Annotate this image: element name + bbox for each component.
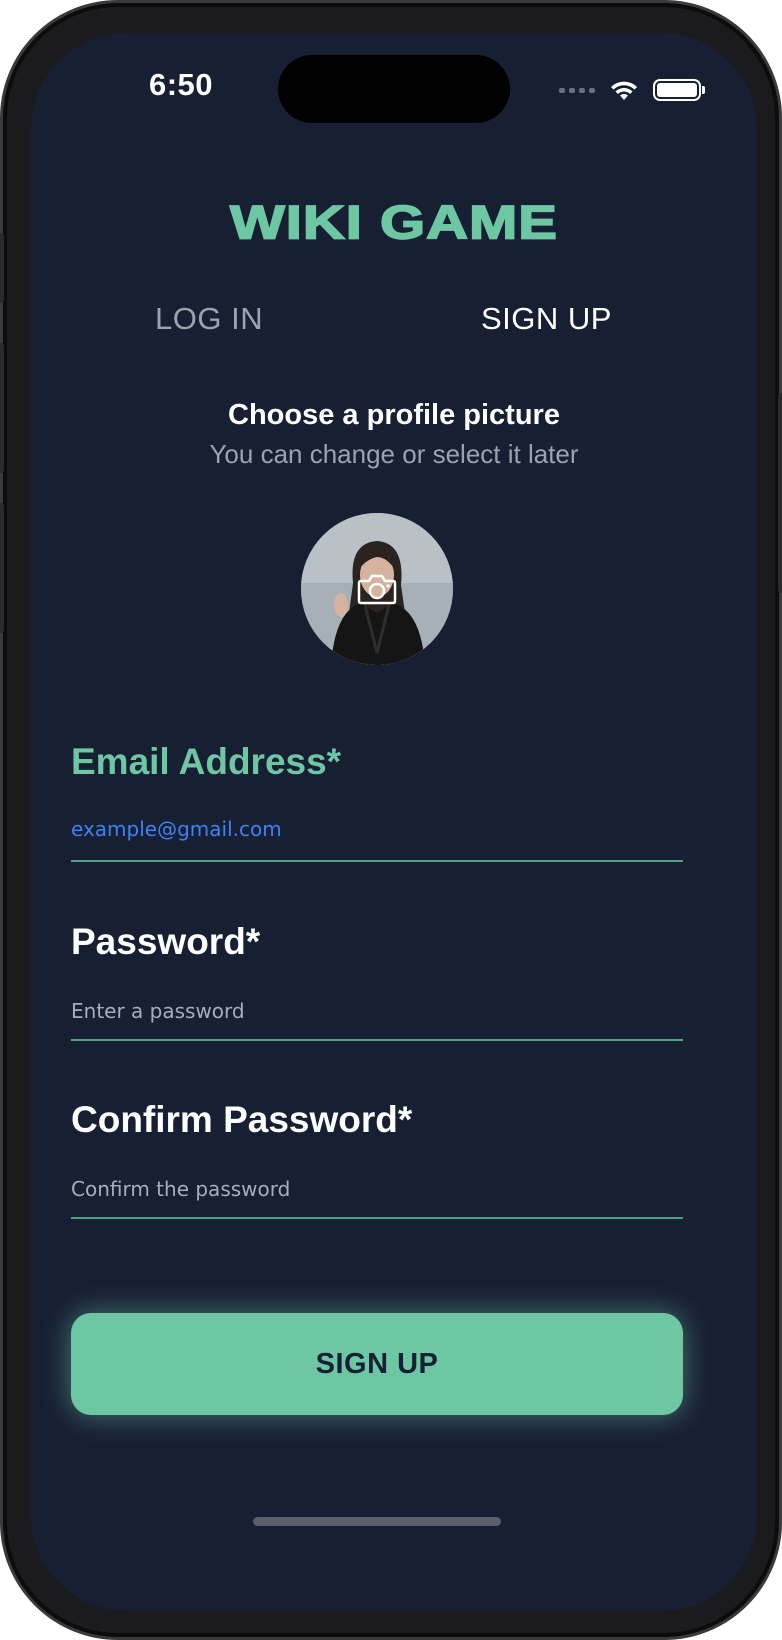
profile-picture-subheading: You can change or select it later: [209, 439, 579, 469]
email-label: Email Address*: [71, 741, 342, 782]
tab-log-in[interactable]: LOG IN: [155, 301, 263, 337]
dynamic-island: [278, 55, 510, 123]
profile-picture-heading: Choose a profile picture: [228, 399, 560, 431]
tab-sign-up[interactable]: SIGN UP: [481, 301, 612, 337]
email-field[interactable]: example@gmail.com: [71, 817, 282, 841]
home-indicator[interactable]: [253, 1517, 501, 1526]
camera-icon: [357, 574, 397, 605]
password-label: Password*: [71, 921, 261, 962]
side-button-volume-up: [0, 343, 4, 473]
side-button-silent: [0, 233, 4, 303]
sign-up-button[interactable]: SIGN UP: [71, 1313, 683, 1415]
signal-icon: [559, 87, 595, 93]
confirm-password-label: Confirm Password*: [71, 1099, 413, 1140]
app-title: WIKI GAME: [229, 195, 558, 250]
confirm-password-field[interactable]: [71, 1171, 683, 1219]
battery-icon: [653, 79, 705, 101]
phone-frame: 6:50 WIKI GAME LOG IN SIGN UP Choose a p…: [0, 0, 782, 1640]
app-screen: 6:50 WIKI GAME LOG IN SIGN UP Choose a p…: [31, 33, 757, 1611]
status-icons: [559, 75, 705, 105]
wifi-icon: [611, 81, 637, 100]
side-button-volume-down: [0, 503, 4, 633]
status-time: 6:50: [148, 67, 214, 102]
email-field-underline: [71, 860, 683, 862]
profile-picture-picker[interactable]: [301, 513, 453, 665]
password-field[interactable]: [71, 993, 683, 1041]
auth-tabs: LOG IN SIGN UP: [31, 301, 757, 351]
side-button-power: [778, 393, 782, 593]
